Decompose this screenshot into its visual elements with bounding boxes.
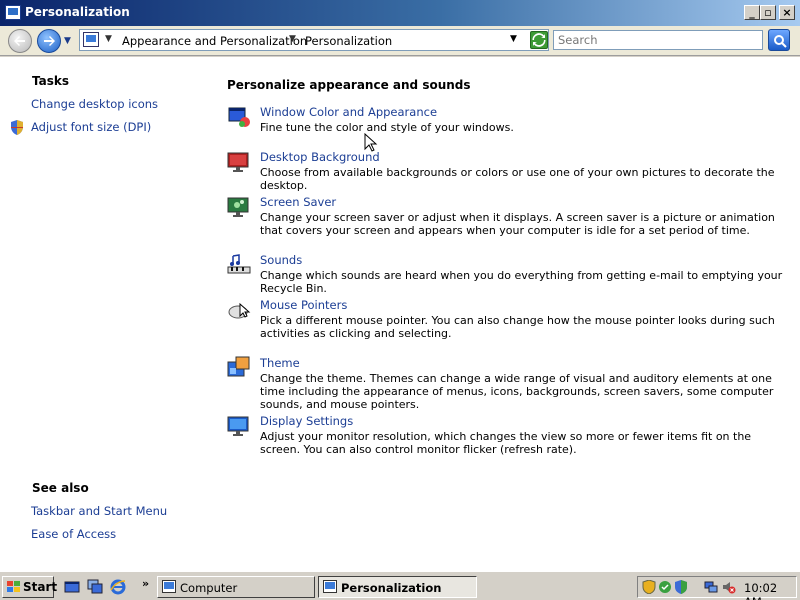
theme-icon xyxy=(227,356,250,377)
control-panel-icon xyxy=(323,580,337,593)
theme-link[interactable]: Theme xyxy=(260,356,300,370)
forward-button[interactable] xyxy=(37,29,61,53)
windows-logo-icon xyxy=(7,581,20,592)
start-label: Start xyxy=(23,580,58,594)
uac-shield-icon xyxy=(11,120,23,135)
system-clock[interactable]: 10:02 AM xyxy=(744,581,796,600)
system-tray: 10:02 AM xyxy=(637,576,797,600)
recent-pages-dropdown[interactable]: ▼ xyxy=(64,36,71,46)
control-panel-icon xyxy=(5,5,21,20)
security-shield-icon[interactable] xyxy=(642,580,656,594)
show-desktop-icon[interactable] xyxy=(64,579,80,595)
display-settings-icon xyxy=(227,416,249,436)
item-description: Pick a different mouse pointer. You can … xyxy=(260,314,775,340)
taskbar-item-personalization[interactable]: Personalization xyxy=(318,576,477,598)
update-shield-icon[interactable] xyxy=(674,580,688,594)
security-center-icon[interactable] xyxy=(658,580,672,594)
item-description: Change the theme. Themes can change a wi… xyxy=(260,372,774,411)
window-color-icon xyxy=(228,107,250,127)
breadcrumb-appearance[interactable]: Appearance and Personalization xyxy=(122,34,307,48)
content-heading: Personalize appearance and sounds xyxy=(227,78,471,92)
main-panel: Tasks Change desktop icons Adjust font s… xyxy=(0,57,800,571)
switch-windows-icon[interactable] xyxy=(87,579,103,595)
quick-launch-more-button[interactable]: » xyxy=(142,577,149,590)
start-button[interactable]: Start xyxy=(2,576,58,598)
search-button[interactable] xyxy=(768,29,790,51)
address-box[interactable]: ▼ Appearance and Personalization ▼ Perso… xyxy=(79,29,549,51)
desktop-background-icon xyxy=(227,152,249,172)
change-desktop-icons-link[interactable]: Change desktop icons xyxy=(31,97,158,111)
taskbar: Start » Computer Personalization 10:02 xyxy=(0,571,800,600)
chevron-down-icon[interactable]: ▼ xyxy=(289,34,296,44)
internet-explorer-icon[interactable] xyxy=(110,579,126,595)
taskbar-start-menu-link[interactable]: Taskbar and Start Menu xyxy=(31,504,167,518)
arrow-left-icon xyxy=(14,36,25,46)
network-icon[interactable] xyxy=(704,580,718,594)
arrow-right-icon xyxy=(44,36,55,46)
ease-of-access-link[interactable]: Ease of Access xyxy=(31,527,116,541)
control-panel-icon xyxy=(83,32,99,47)
refresh-icon xyxy=(532,33,546,47)
sounds-icon xyxy=(227,254,251,274)
search-icon xyxy=(774,35,787,48)
search-input[interactable]: Search xyxy=(553,30,763,50)
breadcrumb-personalization[interactable]: Personalization xyxy=(305,34,392,48)
item-description: Change your screen saver or adjust when … xyxy=(260,211,775,237)
chevron-down-icon[interactable]: ▼ xyxy=(105,34,112,44)
refresh-button[interactable] xyxy=(530,31,548,49)
maximize-button[interactable]: ▫ xyxy=(760,5,776,20)
title-bar[interactable]: Personalization _ ▫ × xyxy=(0,0,800,26)
computer-icon xyxy=(162,580,176,593)
display-settings-link[interactable]: Display Settings xyxy=(260,414,353,428)
taskbar-item-label: Personalization xyxy=(341,581,442,595)
tasks-sidebar: Tasks Change desktop icons Adjust font s… xyxy=(0,57,220,571)
window-title: Personalization xyxy=(25,5,130,19)
mouse-pointers-icon xyxy=(228,302,251,319)
item-description: Fine tune the color and style of your wi… xyxy=(260,121,514,134)
back-button[interactable] xyxy=(8,29,32,53)
minimize-button[interactable]: _ xyxy=(744,5,760,20)
sounds-link[interactable]: Sounds xyxy=(260,253,302,267)
adjust-font-size-link[interactable]: Adjust font size (DPI) xyxy=(31,120,151,134)
close-button[interactable]: × xyxy=(779,5,795,20)
desktop-background-link[interactable]: Desktop Background xyxy=(260,150,380,164)
mouse-cursor-icon xyxy=(364,133,378,152)
tasks-heading: Tasks xyxy=(32,74,70,88)
address-toolbar: ▼ ▼ Appearance and Personalization ▼ Per… xyxy=(0,26,800,56)
screen-saver-icon xyxy=(227,197,249,217)
item-description: Choose from available backgrounds or col… xyxy=(260,166,775,192)
window-color-link[interactable]: Window Color and Appearance xyxy=(260,105,437,119)
taskbar-item-label: Computer xyxy=(180,581,238,595)
volume-muted-icon[interactable] xyxy=(722,580,736,594)
taskbar-item-computer[interactable]: Computer xyxy=(157,576,315,598)
see-also-heading: See also xyxy=(32,481,89,495)
item-description: Change which sounds are heard when you d… xyxy=(260,269,783,295)
address-dropdown-icon[interactable]: ▼ xyxy=(510,34,517,44)
screen-saver-link[interactable]: Screen Saver xyxy=(260,195,336,209)
mouse-pointers-link[interactable]: Mouse Pointers xyxy=(260,298,347,312)
item-description: Adjust your monitor resolution, which ch… xyxy=(260,430,752,456)
